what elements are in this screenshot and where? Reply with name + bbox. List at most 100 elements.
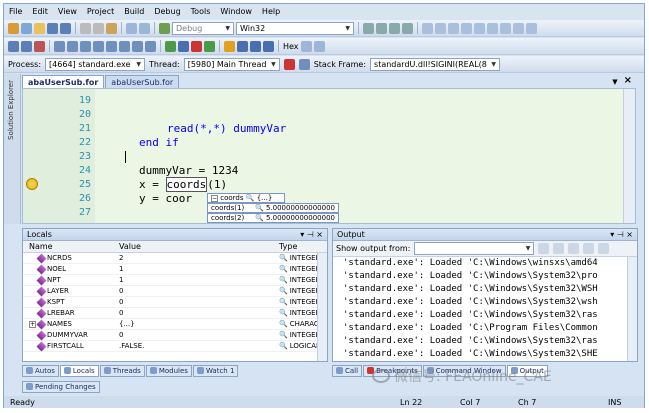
datatip-header[interactable]: − coords 🔍 {...} (207, 193, 285, 203)
magnifier-icon[interactable]: 🔍 (279, 287, 288, 295)
build-icon[interactable] (8, 40, 19, 52)
magnifier-icon[interactable]: 🔍 (279, 265, 288, 273)
properties-icon[interactable] (500, 22, 511, 34)
restart-icon[interactable] (204, 40, 215, 52)
table-row[interactable]: DUMMYVAR 0 🔍 INTEGER (23, 330, 327, 341)
output-source-combo[interactable]: ▼ (414, 242, 535, 255)
table-row[interactable]: FIRSTCALL .FALSE. 🔍 LOGICAL( (23, 341, 327, 352)
tab-autos[interactable]: Autos (22, 364, 59, 377)
hovered-variable[interactable]: coords (165, 177, 208, 192)
local-value[interactable]: 0 (115, 309, 279, 317)
tab-threads[interactable]: Threads (99, 364, 145, 377)
bookmark-clear-icon[interactable] (461, 22, 472, 34)
locals-scrollbar[interactable] (317, 253, 327, 361)
table-row[interactable]: + NAMES {...} 🔍 CHARACT (23, 319, 327, 330)
magnifier-icon[interactable]: 🔍 (279, 276, 288, 284)
local-value[interactable]: 0 (115, 298, 279, 306)
step-into-icon[interactable] (237, 40, 248, 52)
save-all-icon[interactable] (60, 22, 71, 34)
menu-view[interactable]: View (53, 7, 82, 16)
paste-icon[interactable] (106, 22, 117, 34)
window-icon[interactable] (487, 22, 498, 34)
tab-locals[interactable]: Locals (59, 364, 99, 377)
pin-close-icons[interactable]: ▾ ⊣ × (610, 230, 633, 239)
column-type[interactable]: Type (279, 242, 319, 251)
redo-icon[interactable] (139, 22, 150, 34)
magnifier-icon[interactable]: 🔍 (255, 204, 264, 212)
code-editor[interactable]: 19 20 21 read(*,*) dummyVar 22 end if 23 2… (22, 88, 636, 224)
find-icon[interactable] (474, 22, 485, 34)
cut-icon[interactable] (80, 22, 91, 34)
rebuild-icon[interactable] (21, 40, 32, 52)
start-debug-icon[interactable] (159, 22, 170, 34)
table-row[interactable]: LAYER 0 🔍 INTEGER (23, 286, 327, 297)
bookmark-prev-icon[interactable] (435, 22, 446, 34)
tab-order-icon[interactable] (145, 40, 156, 52)
tab-dropdown-icon[interactable]: ▼ (612, 78, 617, 86)
indent-icon[interactable] (363, 22, 374, 34)
magnifier-icon[interactable]: 🔍 (279, 254, 288, 262)
expand-icon[interactable]: + (29, 320, 36, 328)
table-row[interactable]: NOEL 1 🔍 INTEGER (23, 264, 327, 275)
pin-close-icons[interactable]: ▾ ⊣ × (300, 230, 323, 239)
table-row[interactable]: NPT 1 🔍 INTEGER (23, 275, 327, 286)
outdent-icon[interactable] (376, 22, 387, 34)
output-scrollbar[interactable] (627, 257, 637, 361)
toolbox-icon[interactable] (513, 22, 524, 34)
same-size-icon[interactable] (93, 40, 104, 52)
stack-frame-combo[interactable]: standardU.dll!SIGINI(REAL(8 ▼ (370, 57, 501, 71)
comment-icon[interactable] (389, 22, 400, 34)
continue-icon[interactable] (165, 40, 176, 52)
menu-file[interactable]: File (4, 7, 27, 16)
copy-icon[interactable] (93, 22, 104, 34)
order-icon[interactable] (119, 40, 130, 52)
process-combo[interactable]: [4664] standard.exe ▼ (45, 57, 146, 71)
close-icon[interactable]: × (624, 75, 632, 86)
magnifier-icon[interactable]: 🔍 (279, 320, 288, 328)
collapse-icon[interactable]: − (211, 194, 218, 202)
tab-watch1[interactable]: Watch 1 (192, 364, 239, 377)
open-icon[interactable] (34, 22, 45, 34)
local-value[interactable]: {...} (115, 320, 279, 328)
grid-icon[interactable] (106, 40, 117, 52)
datatip-row[interactable]: coords(2) 🔍 5.00000000000000 (207, 213, 339, 223)
column-name[interactable]: Name (23, 242, 115, 251)
stop-debug-icon[interactable] (191, 40, 202, 52)
config-combo[interactable]: Debug ▼ (172, 21, 234, 35)
undo-icon[interactable] (126, 22, 137, 34)
align-icon[interactable] (54, 40, 65, 52)
menu-edit[interactable]: Edit (27, 7, 53, 16)
thread-combo[interactable]: [5980] Main Thread ▼ (183, 57, 280, 71)
menu-project[interactable]: Project (82, 7, 119, 16)
menu-help[interactable]: Help (257, 7, 285, 16)
find-message-icon[interactable] (538, 243, 550, 254)
editor-vertical-scrollbar[interactable] (623, 89, 635, 223)
output-text[interactable]: 'standard.exe': Loaded 'C:\Windows\winsx… (333, 257, 637, 361)
magnifier-icon[interactable]: 🔍 (255, 214, 264, 222)
tab-call-stack[interactable]: Call (332, 364, 363, 377)
breakpoints-window-icon[interactable] (313, 40, 325, 52)
word-wrap-icon[interactable] (598, 243, 610, 254)
menu-debug[interactable]: Debug (149, 7, 185, 16)
align-right-icon[interactable] (80, 40, 91, 52)
menu-window[interactable]: Window (215, 7, 257, 16)
bookmark-next-icon[interactable] (448, 22, 459, 34)
local-value[interactable]: 0 (115, 331, 279, 339)
flag-icon[interactable] (283, 58, 295, 70)
platform-combo[interactable]: Win32 ▼ (236, 21, 354, 35)
local-value[interactable]: 1 (115, 276, 279, 284)
show-next-statement-icon[interactable] (224, 40, 235, 52)
solution-explorer-sidebar[interactable]: Solution Explorer (4, 74, 21, 224)
new-project-icon[interactable] (8, 22, 19, 34)
tab-abausersub-active[interactable]: abaUserSub.for (22, 75, 105, 88)
local-value[interactable]: .FALSE. (115, 342, 279, 350)
align-center-icon[interactable] (67, 40, 78, 52)
local-value[interactable]: 2 (115, 254, 279, 262)
tab-pending-changes[interactable]: Pending Changes (22, 380, 100, 393)
column-value[interactable]: Value (115, 242, 279, 251)
start-page-icon[interactable] (526, 22, 537, 34)
magnifier-icon[interactable]: 🔍 (279, 298, 288, 306)
lock-icon[interactable] (132, 40, 143, 52)
hex-button[interactable]: Hex (283, 42, 299, 51)
tab-abausersub[interactable]: abaUserSub.for (105, 75, 180, 88)
